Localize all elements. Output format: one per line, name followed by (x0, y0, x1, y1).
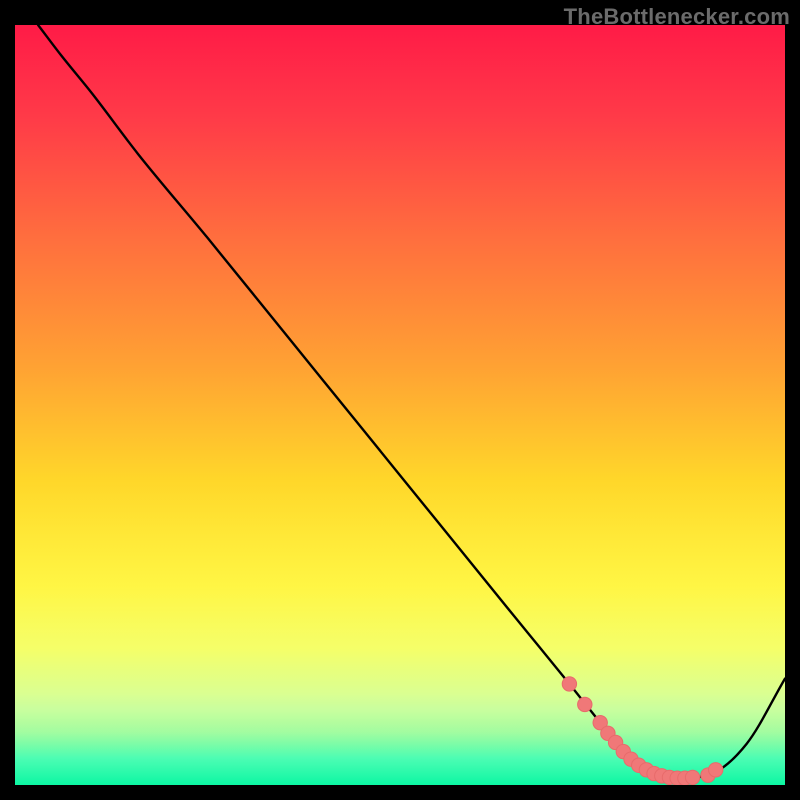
fit-marker (709, 763, 723, 777)
plot-svg (15, 25, 785, 785)
fit-marker (685, 770, 699, 784)
chart-stage: TheBottlenecker.com (0, 0, 800, 800)
pale-band-overlay (15, 25, 785, 785)
plot-area (15, 25, 785, 785)
fit-marker (562, 677, 576, 691)
fit-marker (578, 697, 592, 711)
